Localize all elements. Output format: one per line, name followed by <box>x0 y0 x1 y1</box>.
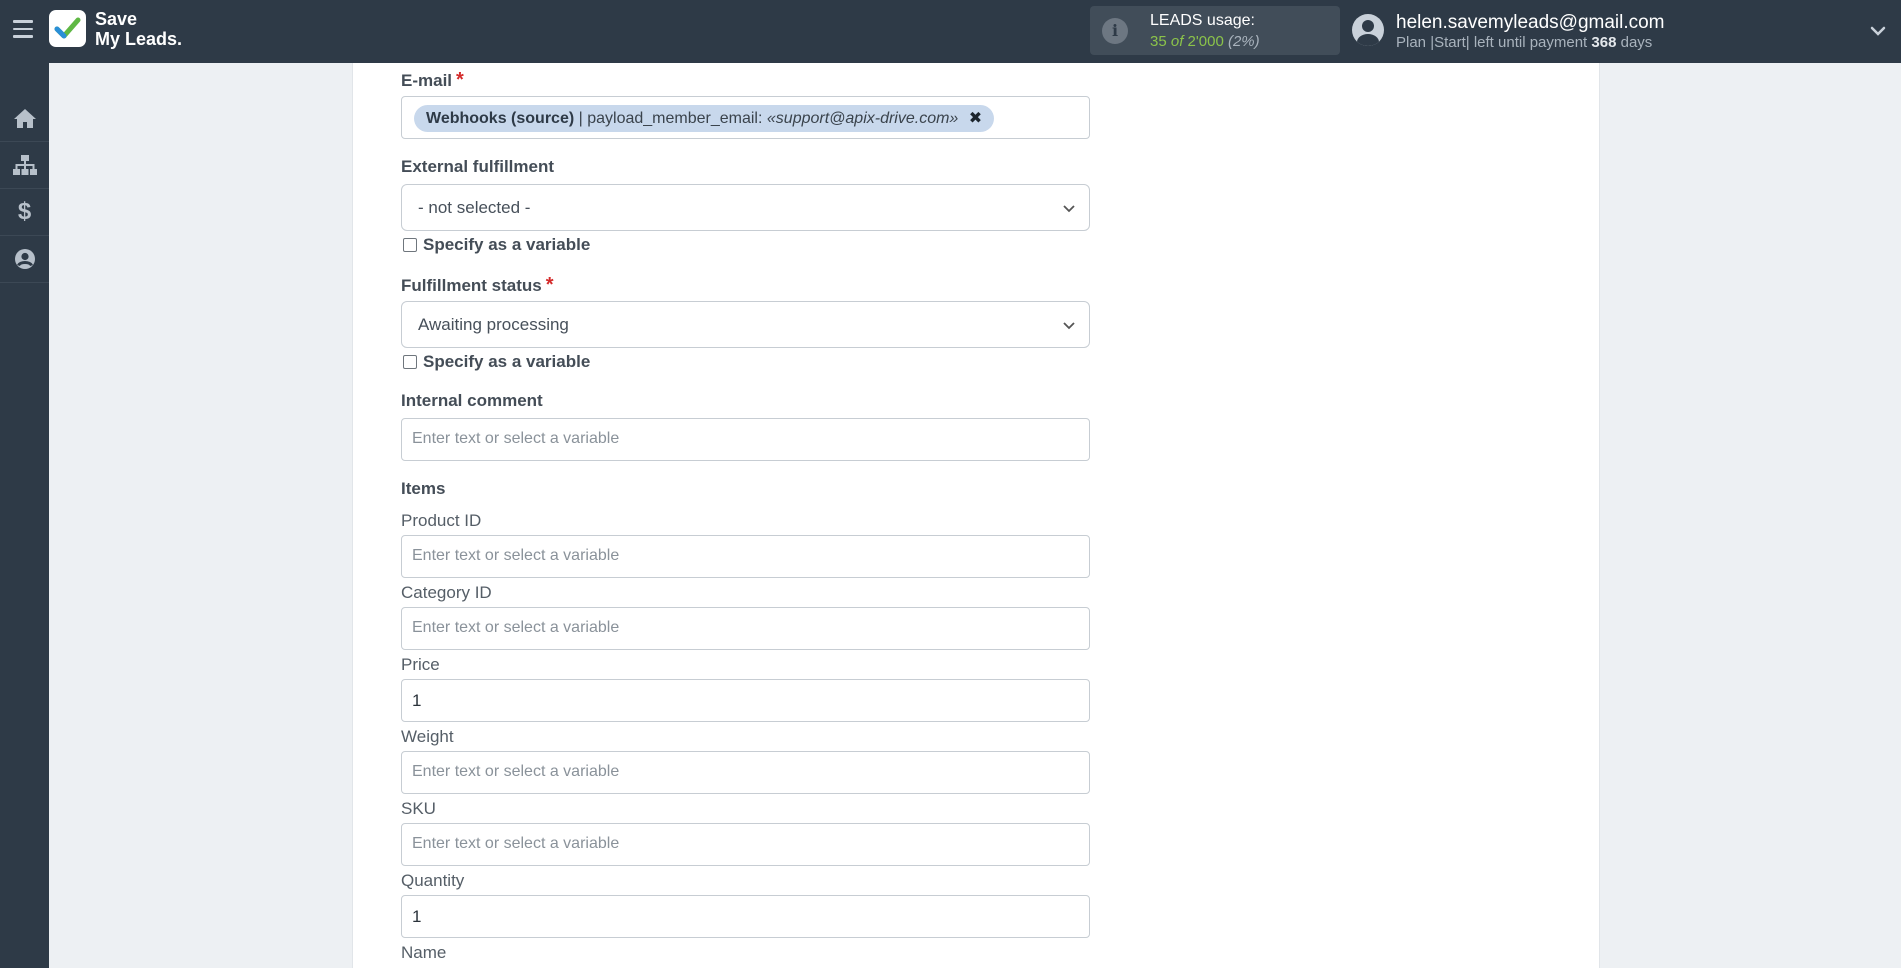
user-circle-icon <box>14 249 35 269</box>
input-value: 1 <box>412 691 422 710</box>
fulfillment-status-label: Fulfillment status * <box>401 274 554 296</box>
remove-tag-icon[interactable]: ✖ <box>969 110 982 127</box>
top-bar: Save My Leads. i LEADS usage: 35 of 2'00… <box>0 0 1901 63</box>
internal-comment-label: Internal comment <box>401 391 543 410</box>
placeholder: Enter text or select a variable <box>412 547 620 564</box>
usage-total: 2'000 <box>1187 33 1224 50</box>
brand-line-1: Save <box>95 9 138 29</box>
fulfillment-status-value: Awaiting processing <box>418 315 569 334</box>
brand-name[interactable]: Save My Leads. <box>95 9 182 49</box>
name-label: Name <box>401 943 447 962</box>
home-icon <box>13 109 36 128</box>
external-fulfillment-label: External fulfillment <box>401 157 555 176</box>
quantity-input[interactable]: 1 <box>401 895 1090 938</box>
chevron-down-icon <box>1063 205 1075 213</box>
required-mark: * <box>545 274 554 296</box>
info-icon: i <box>1102 18 1128 44</box>
checkbox-label: Specify as a variable <box>423 352 591 371</box>
checkbox-box[interactable] <box>403 355 417 369</box>
plan-info: Plan |Start| left until payment 368 days <box>1396 34 1652 51</box>
dollar-icon: $ <box>17 198 32 225</box>
sidebar-item-account[interactable] <box>0 236 49 283</box>
usage-count: 35 of 2'000 (2%) <box>1150 33 1260 50</box>
items-heading: Items <box>401 479 446 498</box>
hamburger-menu-icon[interactable] <box>13 20 33 38</box>
category-id-label: Category ID <box>401 583 492 602</box>
sidebar: $ <box>0 63 49 968</box>
product-id-label: Product ID <box>401 511 482 530</box>
logo-icon <box>49 10 86 47</box>
internal-comment-input[interactable]: Enter text or select a variable <box>401 418 1090 461</box>
sidebar-item-connections[interactable] <box>0 142 49 189</box>
input-value: 1 <box>412 907 422 926</box>
placeholder: Enter text or select a variable <box>412 430 620 447</box>
sitemap-icon <box>12 155 37 175</box>
usage-percent: (2%) <box>1227 33 1260 50</box>
tag-value: «support@apix-drive.com» <box>766 110 959 127</box>
tag-source: Webhooks (source) <box>426 110 575 127</box>
avatar[interactable] <box>1352 14 1384 46</box>
quantity-label: Quantity <box>401 871 465 890</box>
external-fulfillment-variable-checkbox[interactable]: Specify as a variable <box>403 235 590 255</box>
usage-label: LEADS usage: <box>1150 12 1255 29</box>
account-chevron-down-icon[interactable] <box>1869 22 1887 40</box>
weight-input[interactable]: Enter text or select a variable <box>401 751 1090 794</box>
days-count: 368 <box>1591 34 1617 51</box>
tag-field: | payload_member_email: <box>578 110 763 127</box>
sku-label: SKU <box>401 799 436 818</box>
checkbox-label: Specify as a variable <box>423 235 591 254</box>
days-word: days <box>1620 34 1653 51</box>
external-fulfillment-select[interactable]: - not selected - <box>401 184 1090 231</box>
category-id-input[interactable]: Enter text or select a variable <box>401 607 1090 650</box>
price-label: Price <box>401 655 440 674</box>
placeholder: Enter text or select a variable <box>412 619 620 636</box>
price-input[interactable]: 1 <box>401 679 1090 722</box>
usage-used: 35 <box>1150 33 1167 50</box>
placeholder: Enter text or select a variable <box>412 763 620 780</box>
brand-line-2: My Leads. <box>95 29 183 49</box>
plan-text: Plan |Start| left until payment <box>1396 34 1588 51</box>
sidebar-item-billing[interactable]: $ <box>0 189 49 236</box>
external-fulfillment-value: - not selected - <box>418 198 531 217</box>
email-label: E-mail * <box>401 69 464 91</box>
user-email[interactable]: helen.savemyleads@gmail.com <box>1396 12 1665 34</box>
required-mark: * <box>456 69 464 91</box>
placeholder: Enter text or select a variable <box>412 835 620 852</box>
product-id-input[interactable]: Enter text or select a variable <box>401 535 1090 578</box>
email-field[interactable]: Webhooks (source) | payload_member_email… <box>401 96 1090 139</box>
fulfillment-status-select[interactable]: Awaiting processing <box>401 301 1090 348</box>
chevron-down-icon <box>1063 322 1075 330</box>
leads-usage-panel: i LEADS usage: 35 of 2'000 (2%) <box>1090 6 1340 55</box>
weight-label: Weight <box>401 727 454 746</box>
fulfillment-status-variable-checkbox[interactable]: Specify as a variable <box>403 352 590 372</box>
variable-tag: Webhooks (source) | payload_member_email… <box>414 105 995 132</box>
usage-of: of <box>1170 33 1184 50</box>
checkbox-box[interactable] <box>403 238 417 252</box>
sidebar-item-home[interactable] <box>0 95 49 142</box>
sku-input[interactable]: Enter text or select a variable <box>401 823 1090 866</box>
